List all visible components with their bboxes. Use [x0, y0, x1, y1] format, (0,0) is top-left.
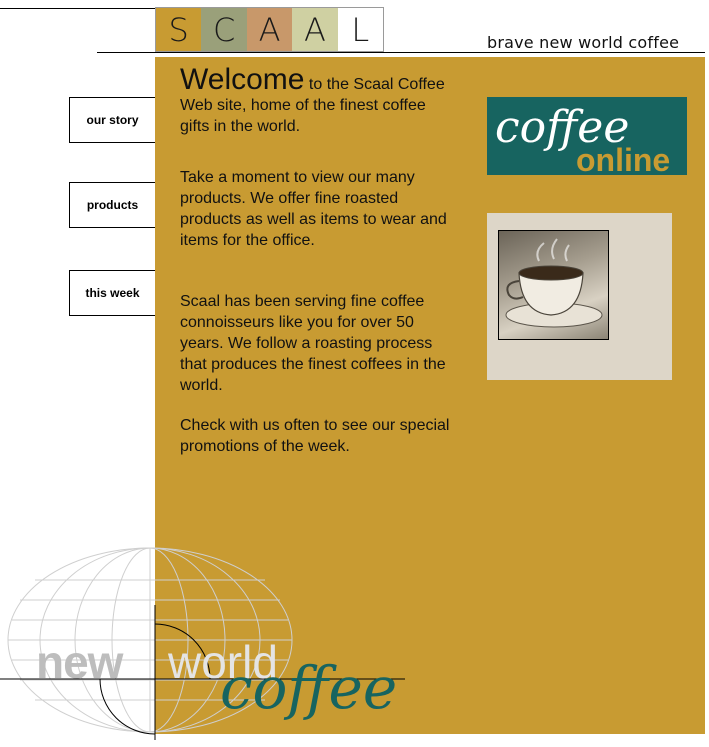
promotions-paragraph: Check with us often to see our special p…	[180, 417, 450, 455]
logo-letter-a2: A	[292, 8, 338, 51]
logo-letter-s: S	[156, 8, 202, 51]
top-rule	[97, 52, 705, 53]
history-paragraph: Scaal has been serving fine coffee conno…	[180, 293, 446, 394]
logo-letter-l: L	[337, 8, 384, 51]
nav-our-story[interactable]: our story	[69, 97, 155, 143]
coffee-cup-icon	[505, 238, 603, 328]
welcome-heading: Welcome	[180, 63, 305, 96]
footer-coffee-text: coffee	[220, 654, 398, 722]
top-rule-left	[0, 8, 155, 9]
nav-products[interactable]: products	[69, 182, 155, 228]
nav-this-week[interactable]: this week	[69, 270, 155, 316]
coffee-cup-photo	[498, 230, 609, 340]
logo-letter-a1: A	[246, 8, 293, 51]
coffee-online-online: online	[576, 142, 671, 178]
footer-new-text: new	[36, 636, 123, 688]
welcome-paragraph: Welcome to the Scaal Coffee Web site, ho…	[180, 65, 445, 137]
logo-letter-c: C	[201, 8, 247, 51]
tagline: brave new world coffee	[487, 33, 680, 52]
products-paragraph: Take a moment to view our many products.…	[180, 169, 447, 249]
scaal-logo[interactable]: S C A A L	[155, 7, 384, 52]
